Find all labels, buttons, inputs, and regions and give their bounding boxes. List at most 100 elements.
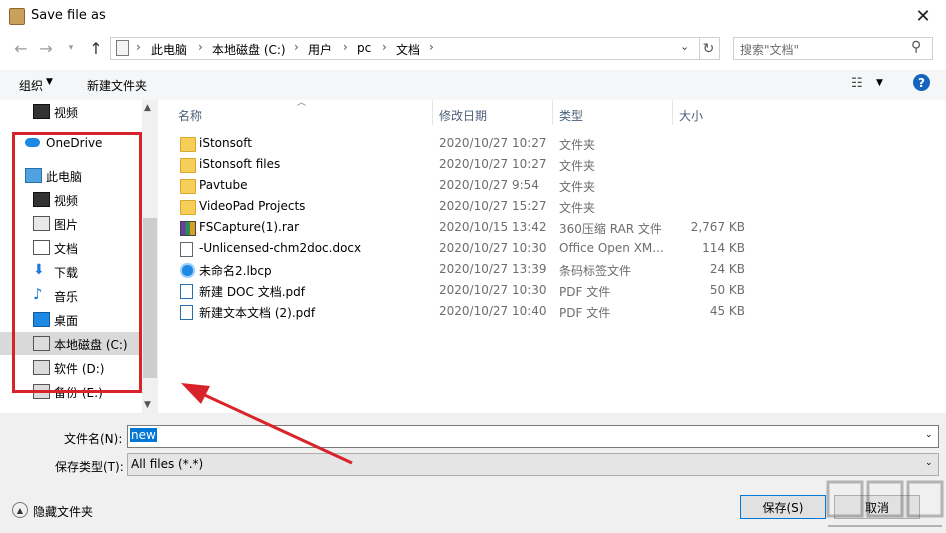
organize-button[interactable]: 组织	[19, 77, 43, 94]
help-icon[interactable]: ?	[913, 74, 930, 91]
file-row[interactable]: iStonsoft files 2020/10/27 10:27 文件夹	[170, 154, 750, 175]
pdf-icon	[180, 284, 193, 299]
file-name: 未命名2.lbcp	[199, 264, 272, 278]
hide-folders-button[interactable]: 隐藏文件夹	[33, 503, 93, 520]
breadcrumb-separator-icon[interactable]: ›	[343, 40, 348, 54]
file-type: 条码标签文件	[559, 264, 632, 278]
file-name: iStonsoft	[199, 136, 252, 150]
sidebar-item[interactable]: 视频	[0, 100, 142, 122]
watermark-logo	[826, 480, 944, 527]
save-button[interactable]: 保存(S)	[740, 495, 826, 519]
breadcrumb-separator-icon[interactable]: ›	[382, 40, 387, 54]
file-size: 2,767 KB	[690, 220, 745, 234]
file-row[interactable]: Pavtube 2020/10/27 9:54 文件夹	[170, 175, 750, 196]
folder-icon	[180, 200, 196, 215]
file-type: PDF 文件	[559, 285, 611, 299]
video-icon	[33, 104, 50, 119]
file-size: 24 KB	[709, 262, 745, 276]
column-header-date[interactable]: 修改日期	[439, 107, 487, 124]
filename-label: 文件名(N):	[64, 432, 123, 446]
breadcrumb-item[interactable]: 此电脑	[151, 41, 187, 58]
collapse-chevron-icon[interactable]: ▲	[12, 502, 28, 518]
file-type: 文件夹	[559, 201, 596, 215]
file-row[interactable]: iStonsoft 2020/10/27 10:27 文件夹	[170, 133, 750, 154]
file-date: 2020/10/27 10:27	[439, 136, 547, 150]
column-header-size[interactable]: 大小	[679, 107, 703, 124]
breadcrumb-separator-icon[interactable]: ›	[136, 40, 141, 54]
file-name: iStonsoft files	[199, 157, 281, 171]
breadcrumb-separator-icon[interactable]: ›	[294, 40, 299, 54]
annotation-arrow-head	[181, 383, 210, 404]
file-type: 360压缩 RAR 文件	[559, 222, 662, 236]
address-dropdown-icon[interactable]: ⌄	[680, 40, 689, 53]
file-row[interactable]: 未命名2.lbcp 2020/10/27 13:39 条码标签文件 24 KB	[170, 259, 750, 280]
sidebar-item-label: 视频	[54, 106, 79, 120]
file-date: 2020/10/27 13:39	[439, 262, 547, 276]
new-folder-button[interactable]: 新建文件夹	[87, 77, 147, 94]
column-header-type[interactable]: 类型	[559, 107, 583, 124]
file-date: 2020/10/27 10:30	[439, 283, 547, 297]
up-arrow-icon[interactable]: ↑	[85, 38, 107, 58]
sort-ascending-icon: ︿	[297, 98, 307, 108]
lbcp-icon	[180, 263, 195, 278]
file-row[interactable]: 新建文本文档 (2).pdf 2020/10/27 10:40 PDF 文件 45 K…	[170, 301, 750, 322]
file-type: Office Open XM...	[559, 241, 664, 255]
forward-arrow-icon[interactable]: →	[35, 38, 57, 58]
rar-icon	[180, 221, 196, 236]
breadcrumb-item[interactable]: 用户	[308, 41, 332, 58]
file-date: 2020/10/15 13:42	[439, 220, 547, 234]
window-title: Save file as	[31, 8, 106, 23]
file-size: 45 KB	[709, 304, 745, 318]
scroll-up-icon[interactable]: ▲	[144, 103, 151, 113]
file-row[interactable]: -Unlicensed-chm2doc.docx 2020/10/27 10:30…	[170, 238, 750, 259]
file-name: VideoPad Projects	[199, 199, 306, 213]
file-name: FSCapture(1).rar	[199, 220, 300, 234]
file-date: 2020/10/27 10:27	[439, 157, 547, 171]
column-divider[interactable]	[672, 100, 673, 125]
file-name: 新建 DOC 文档.pdf	[199, 285, 305, 299]
file-row[interactable]: VideoPad Projects 2020/10/27 15:27 文件夹	[170, 196, 750, 217]
filename-dropdown-icon[interactable]: ⌄	[925, 430, 933, 440]
annotation-highlight-box	[12, 132, 142, 393]
folder-icon	[180, 179, 196, 194]
breadcrumb-item[interactable]: 本地磁盘 (C:)	[212, 41, 286, 58]
sidebar-scroll-thumb[interactable]	[143, 218, 157, 378]
filetype-label: 保存类型(T):	[55, 460, 124, 474]
file-size: 114 KB	[702, 241, 745, 255]
scroll-down-icon[interactable]: ▼	[144, 400, 151, 410]
breadcrumb-separator-icon[interactable]: ›	[198, 40, 203, 54]
folder-icon	[180, 137, 196, 152]
file-name: Pavtube	[199, 178, 248, 192]
breadcrumb-item[interactable]: 文档	[396, 41, 420, 58]
app-icon	[9, 8, 25, 25]
column-divider[interactable]	[552, 100, 553, 125]
file-date: 2020/10/27 15:27	[439, 199, 547, 213]
view-options-icon[interactable]: ☷	[851, 76, 863, 91]
file-type: PDF 文件	[559, 306, 611, 320]
filetype-dropdown-icon[interactable]: ⌄	[925, 458, 933, 468]
filetype-value[interactable]: All files (*.*)	[131, 457, 203, 471]
file-type: 文件夹	[559, 138, 596, 152]
file-date: 2020/10/27 10:30	[439, 241, 547, 255]
file-row[interactable]: FSCapture(1).rar 2020/10/15 13:42 360压缩 RA…	[170, 217, 750, 238]
file-date: 2020/10/27 9:54	[439, 178, 539, 192]
search-icon[interactable]: ⚲	[911, 39, 921, 55]
close-icon[interactable]: ✕	[900, 0, 946, 32]
breadcrumb-separator-icon[interactable]: ›	[429, 40, 434, 54]
folder-icon	[180, 158, 196, 173]
filename-value[interactable]: new	[130, 428, 157, 442]
organize-caret-icon[interactable]: ▼	[46, 77, 53, 87]
search-placeholder: 搜索"文档"	[740, 43, 800, 57]
file-row[interactable]: 新建 DOC 文档.pdf 2020/10/27 10:30 PDF 文件 50 KB	[170, 280, 750, 301]
column-header-name[interactable]: 名称	[178, 107, 202, 124]
title-bar	[0, 0, 946, 32]
breadcrumb-item[interactable]: pc	[357, 41, 371, 55]
back-arrow-icon[interactable]: ←	[10, 38, 32, 58]
view-caret-icon[interactable]: ▼	[876, 78, 883, 88]
column-divider[interactable]	[432, 100, 433, 125]
refresh-icon[interactable]: ↻	[698, 37, 720, 60]
location-icon	[116, 40, 129, 56]
recent-locations-chevron-icon[interactable]: ▾	[60, 38, 82, 58]
filename-field[interactable]	[127, 425, 939, 448]
filetype-select[interactable]	[127, 453, 939, 476]
